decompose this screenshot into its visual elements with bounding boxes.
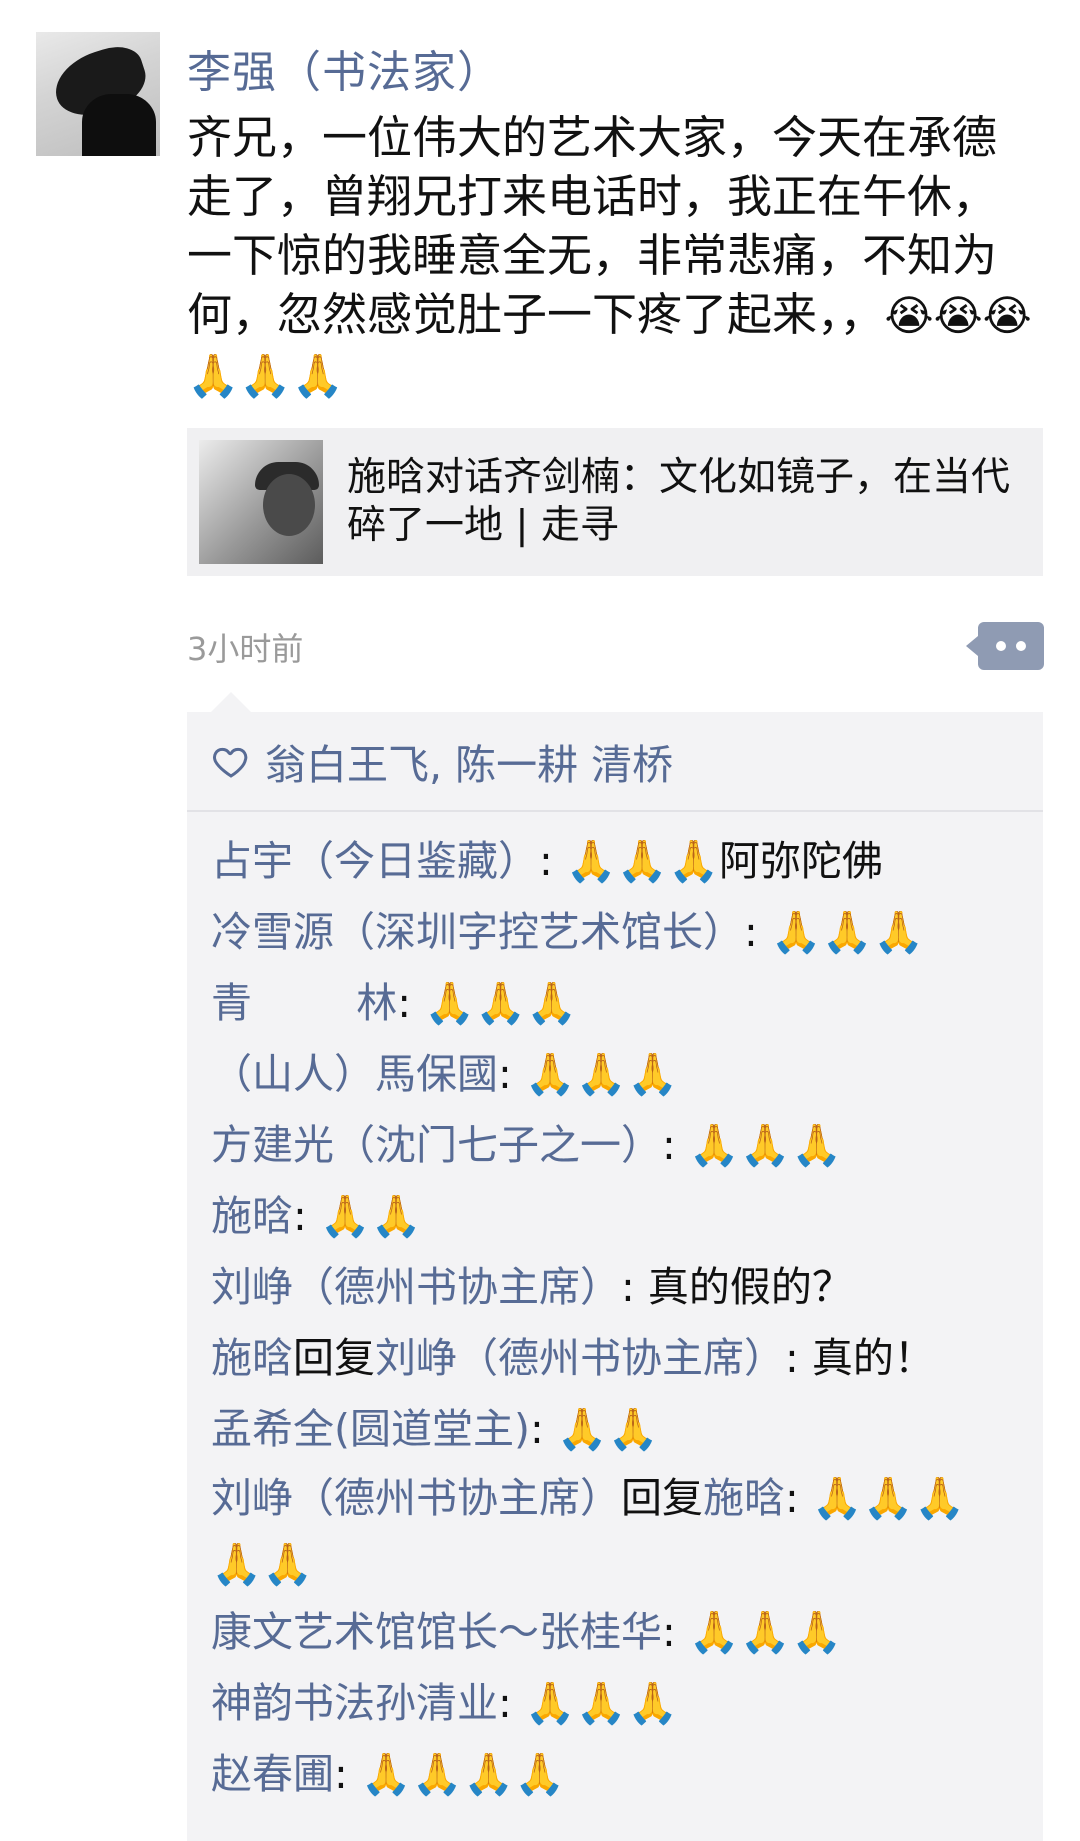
post-body: 齐兄，一位伟大的艺术大家，今天在承德走了，曾翔兄打来电话时，我正在午休，一下惊的…: [187, 111, 998, 341]
commenter-name[interactable]: 施晗: [211, 1192, 293, 1240]
heart-outline-icon: [213, 747, 248, 778]
likes-names[interactable]: 翁白王飞, 陈一耕 清桥: [265, 731, 673, 791]
shared-article-title: 施晗对话齐剑楠：文化如镜子，在当代碎了一地 | 走寻: [347, 455, 1011, 548]
commenter-name[interactable]: 青 林: [211, 979, 397, 1027]
reply-word: 回复: [293, 1334, 375, 1382]
comment-item[interactable]: 赵春圃: 🙏🙏🙏🙏: [187, 1739, 1043, 1810]
comment-text: 🙏🙏🙏: [688, 1121, 843, 1169]
post-timestamp: 3小时前: [187, 630, 304, 668]
comment-text: 🙏🙏: [556, 1405, 659, 1453]
shared-article-card[interactable]: 施晗对话齐剑楠：文化如镜子，在当代碎了一地 | 走寻: [187, 428, 1043, 576]
commenter-name[interactable]: 神韵书法孙清业: [211, 1679, 498, 1727]
comment-text: 真的！: [811, 1334, 935, 1382]
comment-text: 🙏🙏🙏: [424, 979, 578, 1027]
reply-target-name[interactable]: 刘峥（德州书协主席）: [375, 1334, 785, 1382]
reply-word: 回复: [621, 1474, 703, 1522]
author-avatar[interactable]: [36, 32, 160, 156]
comment-text: 🙏🙏🙏🙏: [360, 1750, 566, 1798]
commenter-name[interactable]: 孟希全(圆道堂主): [211, 1405, 530, 1453]
comment-item[interactable]: 方建光（沈门七子之一）: 🙏🙏🙏: [187, 1110, 1043, 1181]
comment-text: 🙏🙏🙏: [524, 1050, 679, 1098]
comment-text: 🙏🙏🙏: [524, 1679, 679, 1727]
comment-item[interactable]: 占宇（今日鉴藏）: 🙏🙏🙏阿弥陀佛: [187, 826, 1043, 897]
reply-target-name[interactable]: 施晗: [703, 1474, 785, 1522]
commenter-name[interactable]: （山人）馬保國: [211, 1050, 498, 1098]
comment-item[interactable]: 刘峥（德州书协主席）: 真的假的？: [187, 1252, 1043, 1323]
comment-item[interactable]: 孟希全(圆道堂主): 🙏🙏: [187, 1394, 1043, 1465]
commenter-name[interactable]: 施晗: [211, 1334, 293, 1382]
commenter-name[interactable]: 冷雪源（深圳字控艺术馆长）: [211, 908, 744, 956]
commenter-name[interactable]: 康文艺术馆馆长～张桂华: [211, 1608, 662, 1656]
commenter-name[interactable]: 占宇（今日鉴藏）: [211, 837, 539, 885]
comment-text: 🙏🙏: [319, 1192, 422, 1240]
author-name[interactable]: 李强（书法家）: [187, 36, 502, 100]
comment-text: 真的假的？: [647, 1263, 853, 1311]
interaction-panel: 翁白王飞, 陈一耕 清桥 占宇（今日鉴藏）: 🙏🙏🙏阿弥陀佛 冷雪源（深圳字控艺…: [187, 692, 1043, 1841]
comment-text: 🙏🙏🙏: [770, 908, 925, 956]
commenter-name[interactable]: 赵春圃: [211, 1750, 334, 1798]
comment-item[interactable]: 冷雪源（深圳字控艺术馆长）: 🙏🙏🙏: [187, 897, 1043, 968]
comments-list: 占宇（今日鉴藏）: 🙏🙏🙏阿弥陀佛 冷雪源（深圳字控艺术馆长）: 🙏🙏🙏 青 林…: [187, 812, 1043, 1810]
shared-article-thumbnail: [199, 440, 323, 564]
post-text: 齐兄，一位伟大的艺术大家，今天在承德走了，曾翔兄打来电话时，我正在午休，一下惊的…: [187, 108, 1037, 405]
comment-item[interactable]: （山人）馬保國: 🙏🙏🙏: [187, 1039, 1043, 1110]
comment-item[interactable]: 康文艺术馆馆长～张桂华: 🙏🙏🙏: [187, 1597, 1043, 1668]
more-dots-icon[interactable]: [966, 622, 1044, 670]
comment-text: 🙏🙏🙏: [688, 1608, 843, 1656]
comment-item[interactable]: 青 林: 🙏🙏🙏: [187, 968, 1043, 1039]
commenter-name[interactable]: 方建光（沈门七子之一）: [211, 1121, 662, 1169]
comment-item[interactable]: 刘峥（德州书协主席）回复施晗: 🙏🙏🙏🙏🙏: [187, 1465, 1011, 1597]
comment-item[interactable]: 施晗回复刘峥（德州书协主席）: 真的！: [187, 1323, 1043, 1394]
commenter-name[interactable]: 刘峥（德州书协主席）: [211, 1263, 621, 1311]
comment-text: 🙏🙏🙏阿弥陀佛: [565, 837, 884, 885]
likes-row: 翁白王飞, 陈一耕 清桥: [187, 712, 1043, 812]
comment-item[interactable]: 施晗: 🙏🙏: [187, 1181, 1043, 1252]
commenter-name[interactable]: 刘峥（德州书协主席）: [211, 1474, 621, 1522]
comment-item[interactable]: 神韵书法孙清业: 🙏🙏🙏: [187, 1668, 1043, 1739]
